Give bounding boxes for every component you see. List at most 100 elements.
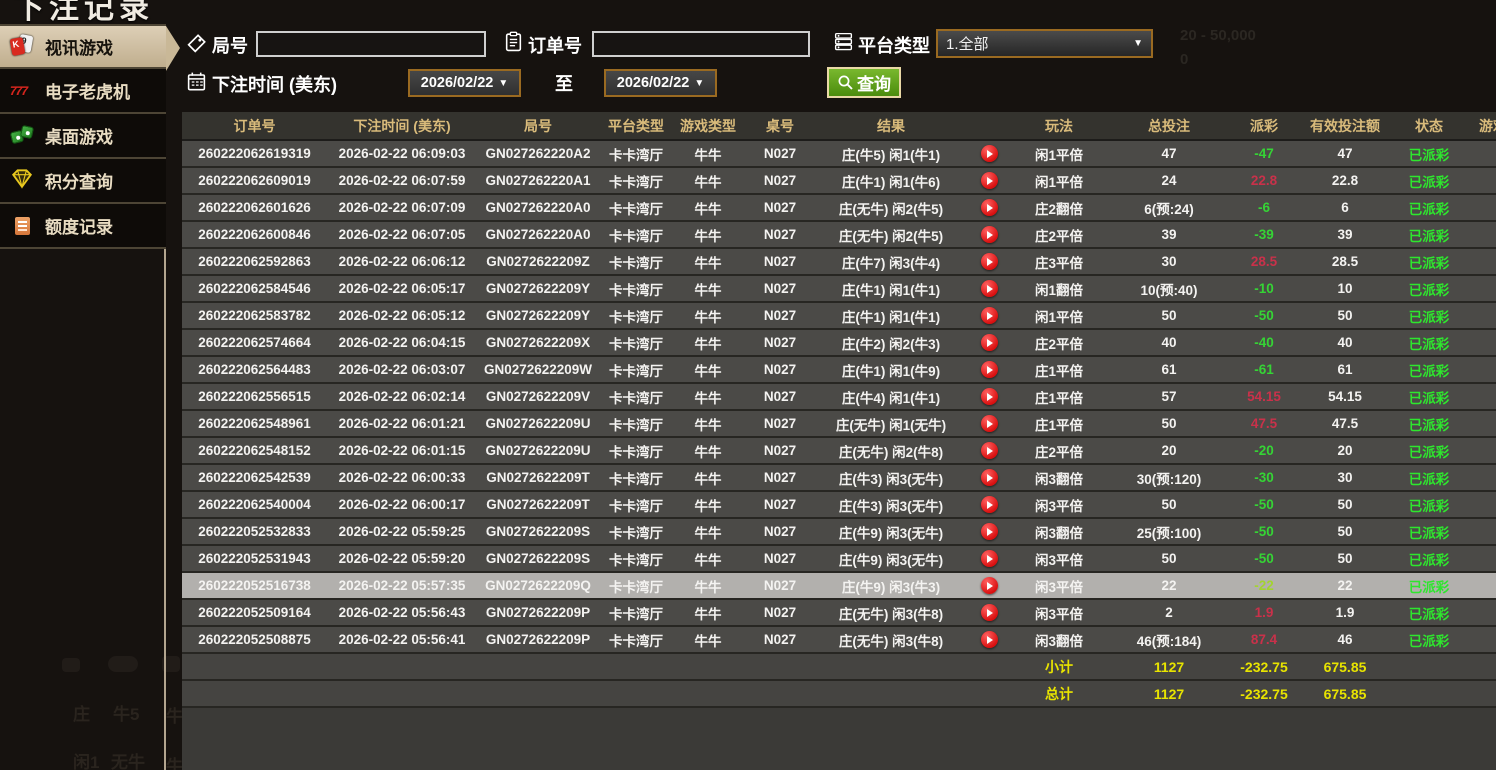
round-number-cell: GN0272622209Z: [477, 248, 599, 275]
replay-cell: [965, 383, 1013, 410]
table-row[interactable]: 2602220625425392026-02-22 06:00:33GN0272…: [182, 464, 1496, 491]
order-number-input[interactable]: [592, 31, 810, 57]
replay-button[interactable]: [981, 172, 998, 189]
table-row[interactable]: 2602220525088752026-02-22 05:56:41GN0272…: [182, 626, 1496, 653]
search-button[interactable]: 查询: [827, 67, 901, 98]
table-row[interactable]: 2602220525328332026-02-22 05:59:25GN0272…: [182, 518, 1496, 545]
result-cell: 庄(无牛) 闲1(无牛): [817, 410, 965, 437]
sidebar-item-video-games[interactable]: 9K 视讯游戏: [0, 24, 166, 69]
date-to-value: 2026/02/22: [617, 75, 690, 91]
game-type-cell: 牛牛: [673, 167, 743, 194]
valid-bet-cell: 46: [1295, 626, 1395, 653]
replay-button[interactable]: [981, 442, 998, 459]
date-from-picker[interactable]: 2026/02/22 ▼: [408, 69, 521, 97]
result-cell: 庄(牛5) 闲1(牛1): [817, 140, 965, 167]
column-header: 桌号: [743, 112, 817, 140]
replay-cell: [965, 140, 1013, 167]
replay-button[interactable]: [981, 145, 998, 162]
payout-cell: -6: [1233, 194, 1295, 221]
status-cell: 已派彩: [1395, 599, 1463, 626]
table-row[interactable]: 2602220525167382026-02-22 05:57:35GN0272…: [182, 572, 1496, 599]
table-row[interactable]: 2602220626008462026-02-22 06:07:05GN0272…: [182, 221, 1496, 248]
date-to-picker[interactable]: 2026/02/22 ▼: [604, 69, 717, 97]
background-blob: [108, 656, 138, 672]
replay-button[interactable]: [981, 199, 998, 216]
sidebar-item-points-query[interactable]: 积分查询: [0, 159, 166, 204]
replay-cell: [965, 437, 1013, 464]
table-row[interactable]: 2602220626193192026-02-22 06:09:03GN0272…: [182, 140, 1496, 167]
bet-time-cell: 2026-02-22 06:00:33: [327, 464, 477, 491]
game-cell: [1463, 518, 1496, 545]
sidebar-item-quota-records[interactable]: 额度记录: [0, 204, 166, 249]
status-cell: 已派彩: [1395, 491, 1463, 518]
order-number-cell: 260222052532833: [182, 518, 327, 545]
platform-type-select[interactable]: 1.全部 ▼: [936, 29, 1153, 58]
replay-button[interactable]: [981, 550, 998, 567]
empty-cell: [743, 680, 817, 707]
table-row[interactable]: 2602220625928632026-02-22 06:06:12GN0272…: [182, 248, 1496, 275]
sidebar-item-label: 额度记录: [45, 213, 113, 238]
order-number-cell: 260222062564483: [182, 356, 327, 383]
sidebar-item-slots[interactable]: 777 电子老虎机: [0, 69, 166, 114]
replay-button[interactable]: [981, 307, 998, 324]
table-header-row: 订单号下注时间 (美东)局号平台类型游戏类型桌号结果玩法总投注派彩有效投注额状态…: [182, 112, 1496, 140]
table-number-cell: N027: [743, 302, 817, 329]
table-row[interactable]: 2602220625481522026-02-22 06:01:15GN0272…: [182, 437, 1496, 464]
payout-sum-cell: -232.75: [1233, 653, 1295, 680]
replay-button[interactable]: [981, 280, 998, 297]
table-row[interactable]: 2602220625644832026-02-22 06:03:07GN0272…: [182, 356, 1496, 383]
valid-bet-cell: 39: [1295, 221, 1395, 248]
valid-bet-sum-cell: 675.85: [1295, 653, 1395, 680]
table-row[interactable]: 2602220625746642026-02-22 06:04:15GN0272…: [182, 329, 1496, 356]
table-row[interactable]: 2602220625489612026-02-22 06:01:21GN0272…: [182, 410, 1496, 437]
table-row[interactable]: 2602220525091642026-02-22 05:56:43GN0272…: [182, 599, 1496, 626]
table-row[interactable]: 2602220626090192026-02-22 06:07:59GN0272…: [182, 167, 1496, 194]
replay-button[interactable]: [981, 253, 998, 270]
replay-button[interactable]: [981, 523, 998, 540]
table-row[interactable]: 2602220625400042026-02-22 06:00:17GN0272…: [182, 491, 1496, 518]
replay-button[interactable]: [981, 469, 998, 486]
order-number-label: 订单号: [528, 32, 582, 58]
result-cell: 庄(牛9) 闲3(无牛): [817, 518, 965, 545]
bet-type-cell: 庄2翻倍: [1013, 194, 1105, 221]
total-bet-cell: 50: [1105, 410, 1233, 437]
bet-time-cell: 2026-02-22 06:09:03: [327, 140, 477, 167]
table-row[interactable]: 2602220626016262026-02-22 06:07:09GN0272…: [182, 194, 1496, 221]
tag-icon: [186, 33, 207, 54]
replay-button[interactable]: [981, 388, 998, 405]
game-type-cell: 牛牛: [673, 491, 743, 518]
replay-button[interactable]: [981, 415, 998, 432]
replay-cell: [965, 545, 1013, 572]
bet-time-cell: 2026-02-22 05:56:41: [327, 626, 477, 653]
table-row[interactable]: 2602220625845462026-02-22 06:05:17GN0272…: [182, 275, 1496, 302]
game-cell: [1463, 437, 1496, 464]
table-row[interactable]: 2602220625837822026-02-22 06:05:12GN0272…: [182, 302, 1496, 329]
table-row[interactable]: 2602220625565152026-02-22 06:02:14GN0272…: [182, 383, 1496, 410]
status-cell: 已派彩: [1395, 464, 1463, 491]
platform-cell: 卡卡湾厅: [599, 221, 673, 248]
replay-button[interactable]: [981, 496, 998, 513]
table-row[interactable]: 2602220525319432026-02-22 05:59:20GN0272…: [182, 545, 1496, 572]
valid-bet-cell: 28.5: [1295, 248, 1395, 275]
replay-cell: [965, 167, 1013, 194]
round-number-input[interactable]: [256, 31, 486, 57]
background-hint-text: 闲1: [73, 748, 99, 770]
bet-type-cell: 闲3翻倍: [1013, 626, 1105, 653]
replay-cell: [965, 302, 1013, 329]
replay-button[interactable]: [981, 361, 998, 378]
bet-type-cell: 闲3平倍: [1013, 599, 1105, 626]
search-icon: [837, 74, 854, 91]
column-header: 结果: [817, 112, 965, 140]
replay-button[interactable]: [981, 604, 998, 621]
replay-button[interactable]: [981, 226, 998, 243]
table-number-cell: N027: [743, 437, 817, 464]
background-blob: [62, 658, 80, 672]
replay-button[interactable]: [981, 577, 998, 594]
sidebar-item-table-games[interactable]: 桌面游戏: [0, 114, 166, 159]
replay-button[interactable]: [981, 631, 998, 648]
replay-cell: [965, 491, 1013, 518]
replay-button[interactable]: [981, 334, 998, 351]
total-bet-sum-cell: 1127: [1105, 653, 1233, 680]
status-cell: 已派彩: [1395, 140, 1463, 167]
empty-cell: [743, 653, 817, 680]
